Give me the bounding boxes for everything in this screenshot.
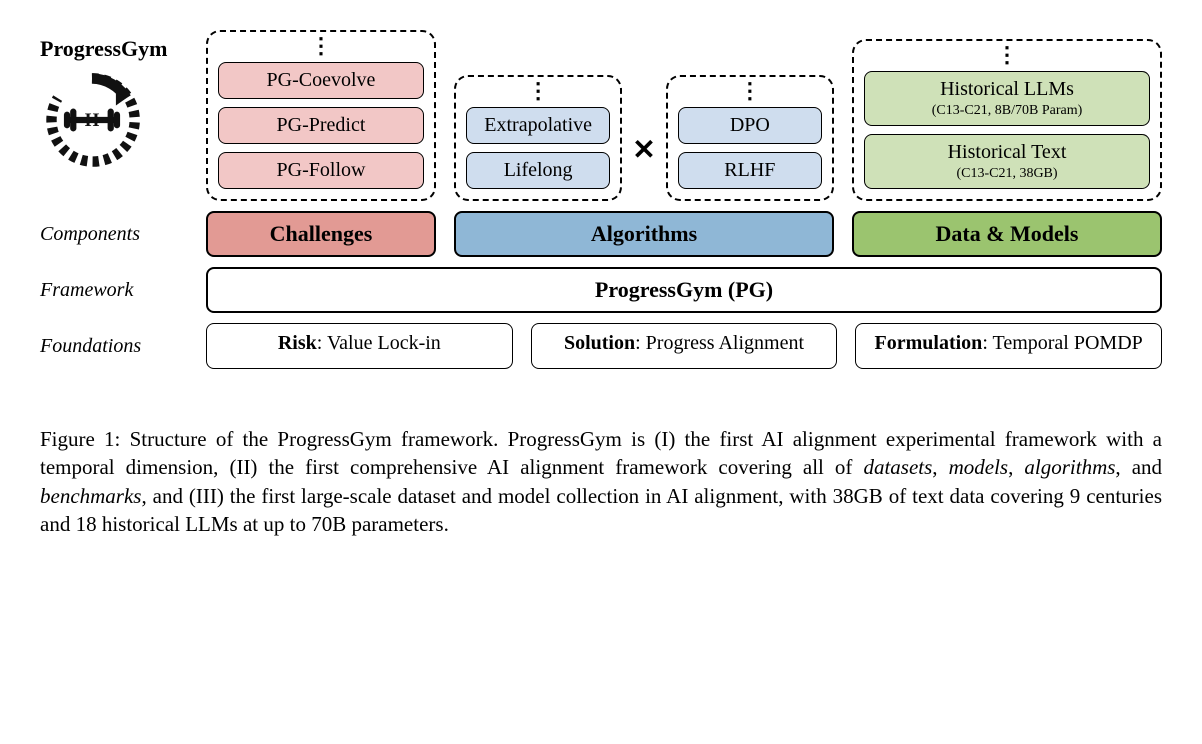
framework-label: Framework <box>40 267 190 313</box>
challenge-pill: PG-Coevolve <box>218 62 424 99</box>
challenges-group: ⋮ PG-Coevolve PG-Predict PG-Follow <box>206 30 436 201</box>
foundations-label: Foundations <box>40 323 190 369</box>
data-model-pill: Historical LLMs (C13-C21, 8B/70B Param) <box>864 71 1150 126</box>
caption-em: models <box>949 455 1009 479</box>
foundation-key: Solution <box>564 332 635 354</box>
caption-text: , and (III) the first large-scale datase… <box>40 484 1162 536</box>
progressgym-diagram: ProgressGym H <box>40 30 1162 369</box>
caption-em: datasets <box>863 455 932 479</box>
foundation-val: : Progress Alignment <box>635 332 804 354</box>
foundation-key: Risk <box>278 332 317 354</box>
challenge-pill: PG-Predict <box>218 107 424 144</box>
algorithm-pill: RLHF <box>678 152 822 189</box>
foundation-solution-box: Solution: Progress Alignment <box>531 323 838 369</box>
pill-label: Historical LLMs <box>940 78 1074 100</box>
figure-caption: Figure 1: Structure of the ProgressGym f… <box>40 425 1162 538</box>
framework-box: ProgressGym (PG) <box>206 267 1162 313</box>
algorithm-pill: Extrapolative <box>466 107 610 144</box>
data-models-group: ⋮ Historical LLMs (C13-C21, 8B/70B Param… <box>852 39 1162 201</box>
algorithm-pill: Lifelong <box>466 152 610 189</box>
foundation-key: Formulation <box>875 332 983 354</box>
framework-row: ProgressGym (PG) <box>206 267 1162 313</box>
vdots-icon: ⋮ <box>218 40 424 52</box>
components-label: Components <box>40 211 190 257</box>
algorithm-method-group: ⋮ DPO RLHF <box>666 75 834 201</box>
title-label: ProgressGym H <box>40 30 190 201</box>
vdots-icon: ⋮ <box>678 85 822 97</box>
vdots-icon: ⋮ <box>466 85 610 97</box>
pill-sub: (C13-C21, 8B/70B Param) <box>871 103 1143 119</box>
data-model-pill: Historical Text (C13-C21, 38GB) <box>864 134 1150 189</box>
foundation-val: : Value Lock-in <box>317 332 441 354</box>
cross-icon: ✕ <box>632 133 655 201</box>
components-row: Challenges Algorithms Data & Models <box>206 211 1162 257</box>
caption-em: algorithms <box>1024 455 1115 479</box>
algorithms-group: ⋮ Extrapolative Lifelong ✕ ⋮ DPO RLHF <box>454 75 834 201</box>
pill-label: Historical Text <box>948 141 1067 163</box>
algorithm-paradigm-group: ⋮ Extrapolative Lifelong <box>454 75 622 201</box>
foundations-row: Risk: Value Lock-in Solution: Progress A… <box>206 323 1162 369</box>
vdots-icon: ⋮ <box>864 49 1150 61</box>
foundation-formulation-box: Formulation: Temporal POMDP <box>855 323 1162 369</box>
challenge-pill: PG-Follow <box>218 152 424 189</box>
components-algorithms-box: Algorithms <box>454 211 834 257</box>
foundation-risk-box: Risk: Value Lock-in <box>206 323 513 369</box>
dashed-groups-row: ⋮ PG-Coevolve PG-Predict PG-Follow ⋮ Ext… <box>206 30 1162 201</box>
title-text: ProgressGym <box>40 36 168 62</box>
foundation-val: : Temporal POMDP <box>982 332 1142 354</box>
svg-text:H: H <box>85 110 100 131</box>
caption-em: benchmarks <box>40 484 141 508</box>
algorithm-pill: DPO <box>678 107 822 144</box>
components-challenges-box: Challenges <box>206 211 436 257</box>
pill-sub: (C13-C21, 38GB) <box>871 166 1143 182</box>
progressgym-logo-icon: H <box>40 68 144 172</box>
components-data-models-box: Data & Models <box>852 211 1162 257</box>
